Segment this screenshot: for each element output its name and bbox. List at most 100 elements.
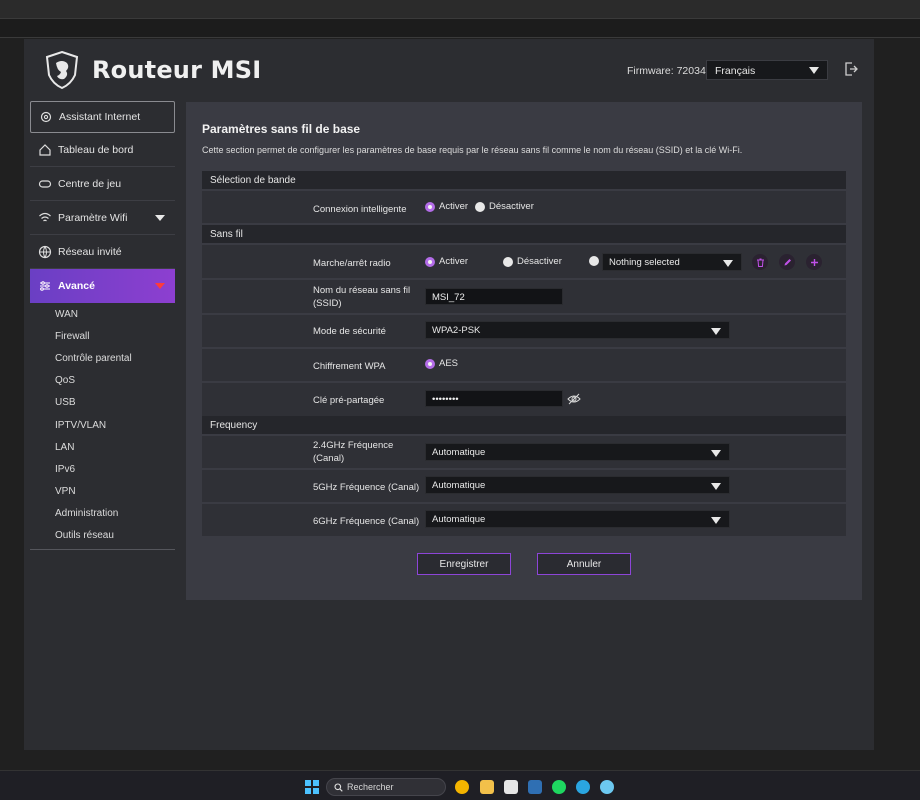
radio-label: Désactiver (517, 256, 562, 267)
browser-titlebar (0, 0, 920, 18)
submenu-item-vpn[interactable]: VPN (30, 481, 175, 503)
sidebar-item-assistant[interactable]: Assistant Internet (30, 101, 175, 133)
store-icon[interactable] (504, 780, 518, 794)
radio-label: Désactiver (489, 201, 534, 212)
freq5-select[interactable]: Automatique (425, 476, 730, 494)
search-placeholder: Rechercher (347, 782, 394, 792)
radio-enable-radio[interactable]: Activer (425, 256, 468, 267)
radio-onoff-row: Marche/arrêt radio Activer Désactiver No… (202, 245, 846, 278)
sidebar-item-label: Réseau invité (58, 245, 122, 258)
app-icon[interactable] (600, 780, 614, 794)
freq24-select[interactable]: Automatique (425, 443, 730, 461)
sliders-icon (40, 281, 50, 291)
spotify-icon[interactable] (552, 780, 566, 794)
radio-schedule-radio[interactable] (589, 256, 603, 266)
browser-toolbar (0, 18, 920, 38)
pencil-icon (784, 258, 791, 265)
chevron-down-icon (711, 328, 721, 335)
submenu-item-ipv6[interactable]: IPv6 (30, 458, 175, 480)
gamepad-icon (38, 179, 52, 188)
freq5-value: Automatique (432, 480, 486, 491)
sidebar-item-dashboard[interactable]: Tableau de bord (30, 133, 175, 167)
submenu-item-network-tools[interactable]: Outils réseau (30, 525, 175, 547)
freq6-value: Automatique (432, 514, 486, 525)
submenu-item-usb[interactable]: USB (30, 392, 175, 414)
sidebar-divider (30, 549, 175, 551)
psk-input[interactable]: •••••••• (425, 390, 563, 407)
sidebar-item-label: Assistant Internet (59, 111, 141, 123)
submenu-item-administration[interactable]: Administration (30, 503, 175, 525)
schedule-select[interactable]: Nothing selected (602, 253, 742, 271)
steam-icon[interactable] (528, 780, 542, 794)
sidebar-item-label: Tableau de bord (58, 143, 134, 156)
save-button[interactable]: Enregistrer (417, 553, 511, 575)
sidebar-item-label: Paramètre Wifi (58, 211, 128, 224)
chevron-down-icon (711, 517, 721, 524)
freq5-row: 5GHz Fréquence (Canal) Automatique (202, 470, 846, 502)
radio-selected-icon (425, 201, 435, 212)
chrome-icon[interactable] (455, 780, 469, 794)
section-frequency: Frequency (202, 416, 846, 434)
edge-icon[interactable] (576, 780, 590, 794)
delete-schedule-button[interactable] (752, 254, 768, 270)
schedule-select-value: Nothing selected (609, 257, 680, 268)
sidebar-item-label: Avancé (58, 280, 95, 292)
wpa-encryption-row: Chiffrement WPA AES (202, 349, 846, 381)
radio-onoff-label: Marche/arrêt radio (313, 258, 391, 269)
add-schedule-button[interactable] (806, 254, 822, 270)
gear-icon (40, 111, 52, 123)
wpa-encryption-label: Chiffrement WPA (313, 361, 386, 372)
page-title: Paramètres sans fil de base (202, 122, 361, 136)
smart-connect-row: Connexion intelligente Activer Désactive… (202, 191, 846, 223)
submenu-item-iptv-vlan[interactable]: IPTV/VLAN (30, 414, 175, 436)
smart-connect-disable-radio[interactable]: Désactiver (475, 201, 534, 212)
section-wireless: Sans fil (202, 225, 846, 243)
msi-dragon-shield-icon (45, 51, 79, 89)
brand-title: Routeur MSI (92, 56, 262, 84)
chevron-down-icon (711, 450, 721, 457)
sidebar-item-advanced[interactable]: Avancé (30, 269, 175, 303)
radio-disable-radio[interactable]: Désactiver (503, 256, 562, 267)
chevron-down-icon (809, 67, 819, 74)
eye-slash-icon[interactable] (567, 393, 581, 405)
radio-unselected-icon (475, 201, 485, 212)
submenu-item-lan[interactable]: LAN (30, 436, 175, 458)
sidebar: Assistant Internet Tableau de bord Centr… (30, 101, 175, 551)
logout-icon[interactable] (844, 62, 858, 76)
language-select[interactable]: Français (706, 60, 828, 80)
smart-connect-enable-radio[interactable]: Activer (425, 201, 468, 212)
taskbar-search[interactable]: Rechercher (326, 778, 446, 796)
cancel-button[interactable]: Annuler (537, 553, 631, 575)
aes-radio[interactable]: AES (425, 358, 458, 369)
chevron-down-icon (711, 483, 721, 490)
chevron-down-icon (155, 215, 165, 221)
windows-start-icon[interactable] (305, 780, 319, 794)
freq5-label: 5GHz Fréquence (Canal) (313, 482, 420, 493)
ssid-input[interactable]: MSI_72 (425, 288, 563, 305)
sidebar-item-game-center[interactable]: Centre de jeu (30, 167, 175, 201)
home-icon (39, 143, 51, 156)
submenu-item-firewall[interactable]: Firewall (30, 325, 175, 347)
sidebar-item-wifi-settings[interactable]: Paramètre Wifi (30, 201, 175, 235)
radio-unselected-icon (589, 256, 599, 266)
radio-unselected-icon (503, 256, 513, 267)
radio-label: Activer (439, 256, 469, 267)
advanced-submenu: WAN Firewall Contrôle parental QoS USB I… (30, 303, 175, 547)
file-explorer-icon[interactable] (480, 780, 494, 794)
submenu-item-wan[interactable]: WAN (30, 303, 175, 325)
security-mode-label: Mode de sécurité (313, 326, 386, 337)
ssid-label: Nom du réseau sans fil (SSID) (313, 285, 411, 309)
security-mode-select[interactable]: WPA2-PSK (425, 321, 730, 339)
sidebar-item-guest-network[interactable]: Réseau invité (30, 235, 175, 269)
submenu-item-qos[interactable]: QoS (30, 370, 175, 392)
radio-selected-icon (425, 358, 435, 369)
radio-selected-icon (425, 256, 435, 267)
sidebar-item-label: Centre de jeu (58, 177, 122, 190)
psk-row: Clé pré-partagée •••••••• (202, 383, 846, 416)
edit-schedule-button[interactable] (779, 254, 795, 270)
taskbar: Rechercher (0, 770, 920, 800)
freq6-select[interactable]: Automatique (425, 510, 730, 528)
globe-icon (38, 245, 52, 259)
submenu-item-parental-control[interactable]: Contrôle parental (30, 347, 175, 369)
freq24-label: 2.4GHz Fréquence (Canal) (313, 440, 394, 464)
